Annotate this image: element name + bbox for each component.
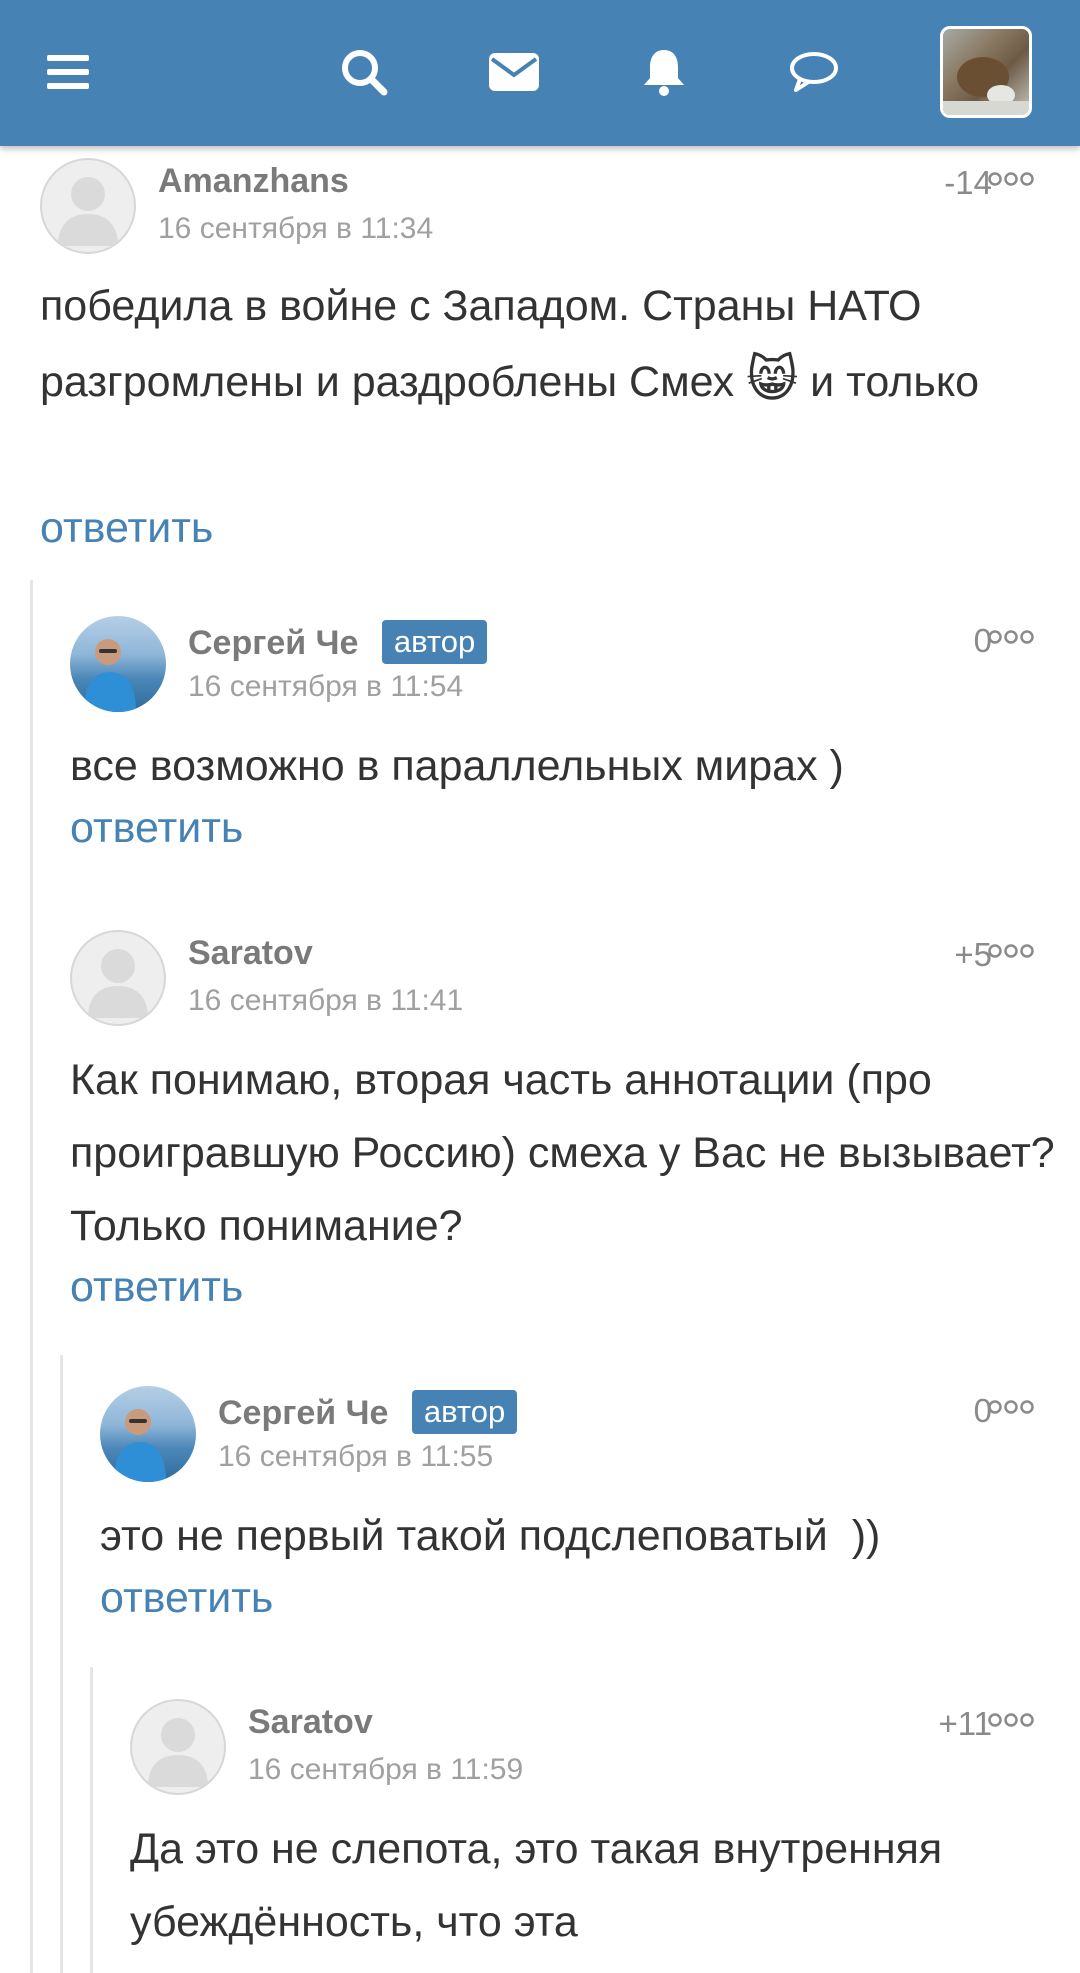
comment: Сергей Че автор 16 сентября в 11:54 0 вс… [70,616,1080,866]
comment: Сергей Че автор 16 сентября в 11:55 0 эт… [100,1386,1080,1636]
comment-text: все возможно в параллельных мирах ) [70,742,844,790]
author-badge: автор [381,620,488,664]
comment-author[interactable]: Saratov [188,934,313,973]
comment-date: 16 сентября в 11:59 [248,1753,524,1786]
bell-icon[interactable] [632,40,696,104]
more-options-icon[interactable] [988,1713,1034,1727]
comment-text: Да это не слепота, это такая внутренняя … [130,1825,943,1946]
comment-text-part: и только [810,358,980,406]
comment-score: +5 [954,936,992,973]
comment-date: 16 сентября в 11:34 [158,212,434,245]
comments-list: Amanzhans 16 сентября в 11:34 -14 победи… [0,146,1080,1973]
avatar[interactable] [130,1699,226,1795]
search-icon[interactable] [332,40,396,104]
comment: Amanzhans 16 сентября в 11:34 -14 победи… [40,158,1080,558]
comment-author[interactable]: Сергей Че автор [218,1390,518,1434]
reply-link[interactable]: ответить [70,1263,243,1312]
avatar[interactable] [100,1386,196,1482]
avatar[interactable] [70,930,166,1026]
more-options-icon[interactable] [988,944,1034,958]
user-avatar[interactable] [940,26,1032,118]
comment-date: 16 сентября в 11:55 [218,1440,494,1473]
reply-link[interactable]: ответить [100,1574,273,1623]
thread-line [90,1667,93,1973]
comment-author[interactable]: Saratov [248,1703,373,1742]
avatar[interactable] [70,616,166,712]
reply-link[interactable]: ответить [70,804,243,853]
comment-text: это не первый такой подслеповатый )) [100,1512,881,1560]
avatar[interactable] [40,158,136,254]
grinning-cat-emoji: 😸 [746,351,799,407]
more-options-icon[interactable] [988,1400,1034,1414]
chat-icon[interactable] [782,40,846,104]
mail-icon[interactable] [482,40,546,104]
author-badge: автор [411,1390,518,1434]
comment-author[interactable]: Amanzhans [158,162,349,201]
comment-score: +11 [938,1705,992,1742]
comment-date: 16 сентября в 11:54 [188,670,464,703]
thread-line [60,1355,63,1973]
comment: Saratov 16 сентября в 11:59 +11 Да это н… [130,1699,1080,1973]
thread-line [30,580,33,1973]
comment-date: 16 сентября в 11:41 [188,984,464,1017]
more-options-icon[interactable] [988,172,1034,186]
author-name[interactable]: Сергей Че [218,1394,388,1432]
comment-text: победила в войне с Западом. Страны НАТО … [40,270,1050,419]
menu-icon[interactable] [36,40,100,104]
author-name[interactable]: Сергей Че [188,624,358,662]
comment-score: -14 [944,164,992,201]
comment-text: Как понимаю, вторая часть аннотации (про… [70,1056,1055,1250]
top-navigation-bar [0,0,1080,146]
comment-author[interactable]: Сергей Че автор [188,620,488,664]
reply-link[interactable]: ответить [40,504,213,553]
more-options-icon[interactable] [988,630,1034,644]
comment: Saratov 16 сентября в 11:41 +5 Как поним… [70,930,1080,1330]
